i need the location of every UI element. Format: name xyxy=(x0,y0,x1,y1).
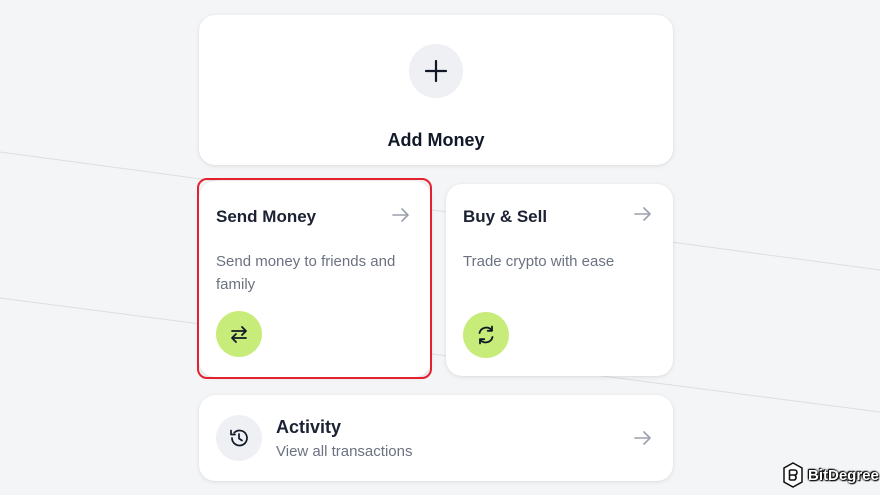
history-icon xyxy=(230,429,248,447)
arrow-right-icon[interactable] xyxy=(633,428,653,448)
activity-description: View all transactions xyxy=(276,443,413,460)
buy-sell-card[interactable]: Buy & Sell Trade crypto with ease xyxy=(446,184,673,376)
buy-sell-action-button[interactable] xyxy=(463,312,509,358)
buy-sell-description: Trade crypto with ease xyxy=(463,253,615,270)
send-money-description: Send money to friends and family xyxy=(216,253,396,293)
refresh-icon xyxy=(478,325,494,345)
watermark-brand: BitDegree xyxy=(808,466,879,484)
add-money-card[interactable]: Add Money xyxy=(199,15,673,165)
activity-card[interactable]: Activity View all transactions xyxy=(199,395,673,481)
bitdegree-logo-icon xyxy=(783,462,803,488)
bitdegree-watermark: BitDegree xyxy=(782,462,879,488)
send-money-card[interactable]: Send Money Send money to friends and fam… xyxy=(199,181,431,377)
arrow-right-icon[interactable] xyxy=(633,204,653,224)
add-money-button[interactable] xyxy=(409,44,463,98)
swap-arrows-icon xyxy=(231,326,247,343)
buy-sell-title: Buy & Sell xyxy=(463,207,548,226)
activity-title: Activity xyxy=(276,417,342,437)
send-money-title: Send Money xyxy=(216,207,317,226)
activity-icon-wrap xyxy=(216,415,262,461)
arrow-right-icon[interactable] xyxy=(391,205,411,225)
plus-icon xyxy=(424,59,448,83)
add-money-label: Add Money xyxy=(387,130,485,150)
send-money-action-button[interactable] xyxy=(216,311,262,357)
